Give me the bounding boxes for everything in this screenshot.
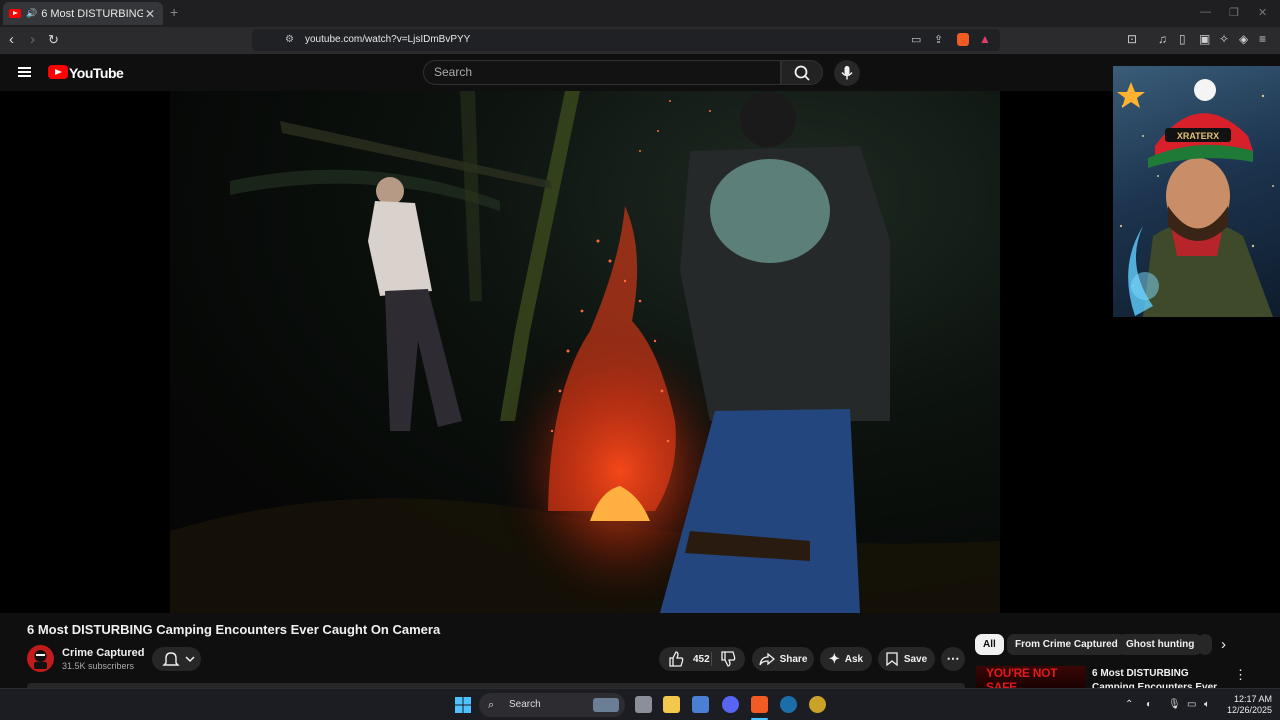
windows-start-icon[interactable] xyxy=(455,697,471,713)
browser-menu-icon[interactable]: ≡ xyxy=(1259,32,1266,46)
browser-toolbar: ‹ › ↻ 🔖︎ ⚙︎ youtube.com/watch?v=LjsIDmBv… xyxy=(0,27,1280,54)
microphone-icon xyxy=(841,66,853,80)
discord-icon[interactable] xyxy=(722,696,739,713)
taskbar-clock[interactable]: 12:17 AM 12/26/2025 xyxy=(1222,694,1272,716)
task-view-icon[interactable] xyxy=(635,696,652,713)
video-frame-scene xyxy=(170,91,1000,613)
share-icon xyxy=(758,652,775,666)
brave-rewards-icon[interactable]: ▲ xyxy=(979,32,991,46)
search-highlight-icon xyxy=(593,698,619,712)
microphone-tray-icon[interactable]: 🎙︎ xyxy=(1168,699,1181,710)
minimize-window-icon[interactable]: — xyxy=(1200,6,1211,18)
sidebar-icon[interactable]: ▯ xyxy=(1179,32,1186,46)
site-info-icon[interactable]: ⚙︎ xyxy=(285,34,294,45)
subscriber-count: 31.5K subscribers xyxy=(62,661,135,671)
save-label: Save xyxy=(903,653,928,665)
network-icon[interactable]: ▭ xyxy=(1187,699,1196,710)
browser-tab-active[interactable]: 🔊 6 Most DISTURBING Campin ✕ xyxy=(3,2,163,25)
wallet-icon[interactable]: ▣ xyxy=(1199,32,1210,46)
chip-all[interactable]: All xyxy=(975,634,1004,655)
clock-time: 12:17 AM xyxy=(1233,694,1272,704)
chip-overflow xyxy=(1198,634,1212,655)
bell-icon xyxy=(161,652,195,666)
close-tab-icon[interactable]: ✕ xyxy=(143,7,157,21)
audio-playing-icon[interactable]: 🔊 xyxy=(26,8,37,19)
share-page-icon[interactable]: ⇪ xyxy=(934,33,943,46)
game-app-icon[interactable] xyxy=(809,696,826,713)
share-label: Share xyxy=(779,653,808,665)
overlay-artwork: XRATERX xyxy=(1113,66,1280,317)
channel-name[interactable]: Crime Captured xyxy=(62,647,145,659)
maximize-window-icon[interactable]: ❐ xyxy=(1229,6,1239,19)
youtube-favicon-icon xyxy=(9,9,21,18)
video-title: 6 Most DISTURBING Camping Encounters Eve… xyxy=(27,622,441,637)
more-horizontal-icon: ⋯ xyxy=(946,651,960,666)
share-button[interactable]: Share xyxy=(752,647,814,671)
youtube-logo-icon[interactable] xyxy=(48,65,68,79)
file-explorer-icon[interactable] xyxy=(663,696,680,713)
recommended-thumbnail-text: YOU'RE NOT SAFE xyxy=(986,666,1058,688)
leo-ai-icon[interactable]: ✧ xyxy=(1219,32,1229,46)
search-input[interactable]: Search xyxy=(423,60,781,85)
channel-avatar[interactable] xyxy=(27,645,54,672)
like-count: 452 xyxy=(693,653,710,665)
taskbar-search-label: Search xyxy=(509,699,541,710)
tab-search-icon[interactable]: ⊡ xyxy=(1127,32,1137,46)
address-bar[interactable]: ⚙︎ youtube.com/watch?v=LjsIDmBvPYY ▭ ⇪ ▲ xyxy=(252,29,1000,51)
ask-label: Ask xyxy=(844,653,864,665)
like-divider xyxy=(711,652,712,666)
search-icon xyxy=(794,65,810,81)
ask-button[interactable]: ✦ Ask xyxy=(820,647,872,671)
cast-icon[interactable]: ▭ xyxy=(911,33,921,46)
more-vertical-icon[interactable]: ⋮ xyxy=(1234,667,1247,683)
overlay-character-art: XRATERX xyxy=(1117,79,1274,317)
taskbar-search[interactable]: ⌕ Search xyxy=(479,693,625,717)
browser-tab-title: 6 Most DISTURBING Campin xyxy=(41,7,143,20)
thumbs-down-icon xyxy=(721,651,736,667)
volume-icon[interactable]: 🔈︎ xyxy=(1204,699,1210,710)
windows-taskbar: ⌕ Search xyxy=(0,688,1280,720)
tray-app-icon[interactable]: ◐ xyxy=(1146,699,1152,710)
video-player[interactable] xyxy=(0,91,1280,613)
more-actions-button[interactable]: ⋯ xyxy=(941,647,965,671)
brave-shields-icon[interactable] xyxy=(957,33,969,46)
video-frame xyxy=(170,91,1000,613)
chip-ghost-hunting[interactable]: Ghost hunting xyxy=(1118,634,1203,655)
sparkle-icon: ✦ xyxy=(828,651,840,666)
vpn-shield-icon[interactable]: ◈ xyxy=(1239,32,1248,46)
voice-search-button[interactable] xyxy=(834,60,860,86)
browser-tab-strip: 🔊 6 Most DISTURBING Campin ✕ + — ❐ ✕ xyxy=(0,0,1280,27)
media-icon[interactable]: ♫ xyxy=(1158,32,1167,46)
like-dislike-group: 452 xyxy=(659,647,745,671)
notifications-button[interactable] xyxy=(152,647,201,671)
youtube-masthead: YouTube Search xyxy=(0,54,1280,91)
new-tab-icon[interactable]: + xyxy=(170,4,178,20)
url-text[interactable]: youtube.com/watch?v=LjsIDmBvPYY xyxy=(305,34,470,45)
close-window-icon[interactable]: ✕ xyxy=(1258,6,1267,19)
chip-from-channel[interactable]: From Crime Captured xyxy=(1007,634,1126,655)
forward-icon[interactable]: › xyxy=(30,32,35,48)
youtube-wordmark[interactable]: YouTube xyxy=(69,65,124,81)
steam-icon[interactable] xyxy=(780,696,797,713)
search-button[interactable] xyxy=(781,60,823,85)
save-button[interactable]: Save xyxy=(878,647,935,671)
reload-icon[interactable]: ↻ xyxy=(48,32,59,48)
chevron-right-icon[interactable]: › xyxy=(1221,636,1226,653)
channel-avatar-icon xyxy=(34,650,47,669)
taskbar-search-icon: ⌕ xyxy=(488,699,495,711)
clock-date: 12/26/2025 xyxy=(1226,705,1272,715)
recommended-thumbnail[interactable]: YOU'RE NOT SAFE xyxy=(976,666,1086,688)
like-button[interactable]: 452 xyxy=(667,650,710,668)
back-icon[interactable]: ‹ xyxy=(9,32,14,48)
dislike-button[interactable] xyxy=(719,650,737,671)
overlay-badge-text: XRATERX xyxy=(1177,131,1219,141)
guide-menu-icon[interactable] xyxy=(18,67,31,77)
brave-browser-icon[interactable] xyxy=(751,696,768,713)
thumbs-up-icon xyxy=(669,651,684,667)
bookmark-save-icon xyxy=(886,652,898,666)
tray-overflow-icon[interactable]: ⌃ xyxy=(1125,699,1133,710)
microsoft-store-icon[interactable] xyxy=(692,696,709,713)
